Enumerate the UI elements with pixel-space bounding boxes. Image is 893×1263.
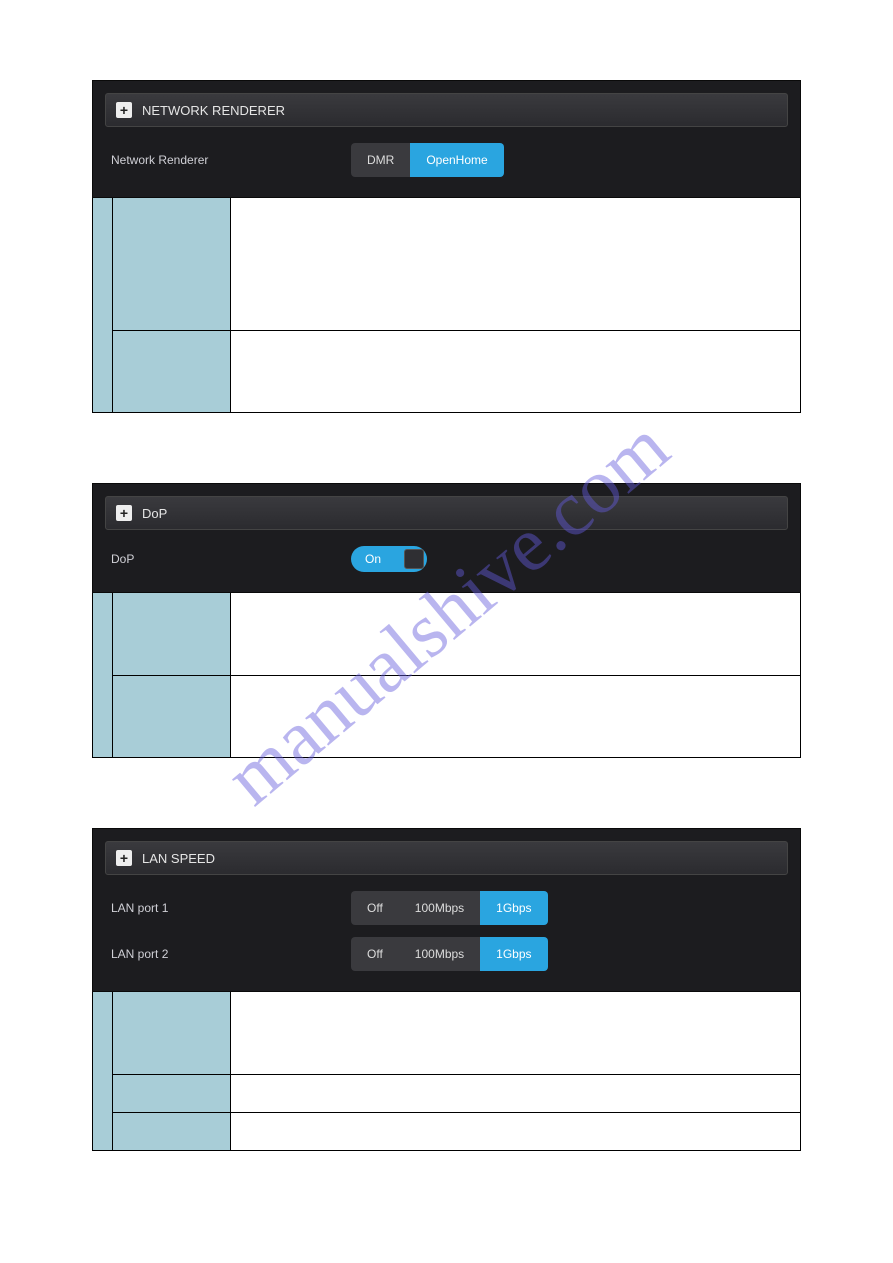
table-cell-left — [113, 198, 231, 330]
table-cell-body — [231, 992, 800, 1074]
lan2-1g-button[interactable]: 1Gbps — [480, 937, 547, 971]
panel-network-renderer: + NETWORK RENDERER Network Renderer DMR … — [92, 80, 801, 198]
section-header-lan-speed[interactable]: + LAN SPEED — [105, 841, 788, 875]
table-row-span-cell — [93, 992, 113, 1150]
table-row-span-cell — [93, 198, 113, 412]
dop-toggle[interactable]: On — [351, 546, 427, 572]
btn-group-lan-port-1: Off 100Mbps 1Gbps — [351, 891, 548, 925]
description-table-2 — [92, 593, 801, 758]
table-cell-left — [113, 593, 231, 675]
table-cell-body — [231, 675, 800, 757]
lan1-100m-button[interactable]: 100Mbps — [399, 891, 480, 925]
panel-lan-speed: + LAN SPEED LAN port 1 Off 100Mbps 1Gbps… — [92, 828, 801, 992]
section-header-dop[interactable]: + DoP — [105, 496, 788, 530]
row-lan-port-1: LAN port 1 Off 100Mbps 1Gbps — [105, 887, 788, 933]
section-header-network-renderer[interactable]: + NETWORK RENDERER — [105, 93, 788, 127]
row-network-renderer: Network Renderer DMR OpenHome — [105, 139, 788, 185]
plus-icon: + — [116, 102, 132, 118]
table-cell-left — [113, 1112, 231, 1150]
table-cell-body — [231, 1074, 800, 1112]
row-dop: DoP On — [105, 542, 788, 580]
section-title: DoP — [142, 506, 167, 521]
label-network-renderer: Network Renderer — [111, 153, 351, 167]
label-dop: DoP — [111, 552, 351, 566]
toggle-on-label: On — [365, 552, 381, 566]
description-table-3 — [92, 992, 801, 1151]
table-cell-body — [231, 330, 800, 412]
table-cell-left — [113, 330, 231, 412]
table-row — [113, 675, 800, 757]
section-title: NETWORK RENDERER — [142, 103, 285, 118]
dmr-button[interactable]: DMR — [351, 143, 410, 177]
description-table-1 — [92, 198, 801, 413]
table-row — [113, 593, 800, 675]
panel-dop: + DoP DoP On — [92, 483, 801, 593]
lan2-100m-button[interactable]: 100Mbps — [399, 937, 480, 971]
table-row — [113, 330, 800, 412]
label-lan-port-1: LAN port 1 — [111, 901, 351, 915]
table-cell-left — [113, 992, 231, 1074]
table-row-span-cell — [93, 593, 113, 757]
toggle-knob — [404, 549, 424, 569]
table-cell-left — [113, 1074, 231, 1112]
lan1-off-button[interactable]: Off — [351, 891, 399, 925]
openhome-button[interactable]: OpenHome — [410, 143, 503, 177]
table-cell-body — [231, 593, 800, 675]
btn-group-lan-port-2: Off 100Mbps 1Gbps — [351, 937, 548, 971]
table-row — [113, 1112, 800, 1150]
table-row — [113, 198, 800, 330]
table-cell-body — [231, 1112, 800, 1150]
plus-icon: + — [116, 850, 132, 866]
table-row — [113, 1074, 800, 1112]
lan2-off-button[interactable]: Off — [351, 937, 399, 971]
table-cell-body — [231, 198, 800, 330]
btn-group-network-renderer: DMR OpenHome — [351, 143, 504, 177]
label-lan-port-2: LAN port 2 — [111, 947, 351, 961]
plus-icon: + — [116, 505, 132, 521]
table-row — [113, 992, 800, 1074]
row-lan-port-2: LAN port 2 Off 100Mbps 1Gbps — [105, 933, 788, 979]
lan1-1g-button[interactable]: 1Gbps — [480, 891, 547, 925]
section-title: LAN SPEED — [142, 851, 215, 866]
table-cell-left — [113, 675, 231, 757]
